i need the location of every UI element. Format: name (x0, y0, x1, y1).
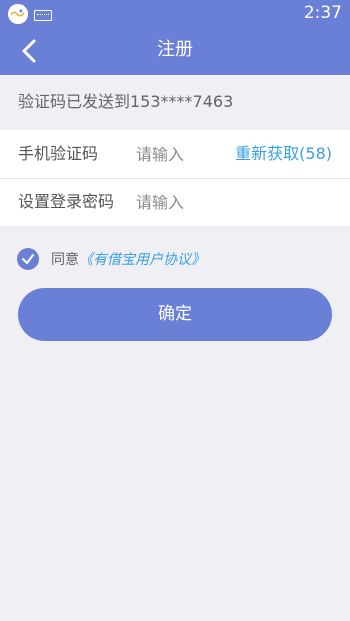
register-form: 手机验证码 重新获取(58) 设置登录密码 (0, 130, 350, 226)
password-label: 设置登录密码 (18, 192, 115, 211)
status-time: 2:37 (303, 3, 342, 23)
keyboard-icon (34, 9, 52, 21)
status-bar: 2:37 (0, 0, 350, 27)
checkmark-icon (22, 254, 34, 264)
code-input[interactable] (136, 140, 226, 168)
agreement: 同意 《有借宝用户协议》 (17, 248, 205, 270)
resend-code-button[interactable]: 重新获取(58) (235, 130, 332, 178)
agree-text: 同意 (51, 252, 79, 268)
status-icons (8, 4, 52, 24)
confirm-button[interactable]: 确定 (18, 288, 332, 341)
nav-bar: 注册 (0, 27, 350, 75)
code-row: 手机验证码 重新获取(58) (0, 130, 350, 178)
agreement-link[interactable]: 《有借宝用户协议》 (79, 249, 205, 269)
agree-checkbox[interactable] (17, 248, 39, 270)
code-label: 手机验证码 (18, 144, 99, 163)
code-sent-notice: 验证码已发送到153****7463 (18, 92, 234, 111)
password-row: 设置登录密码 (0, 178, 350, 226)
app-logo-icon (8, 4, 28, 24)
page-title: 注册 (157, 39, 193, 60)
password-input[interactable] (136, 188, 326, 216)
